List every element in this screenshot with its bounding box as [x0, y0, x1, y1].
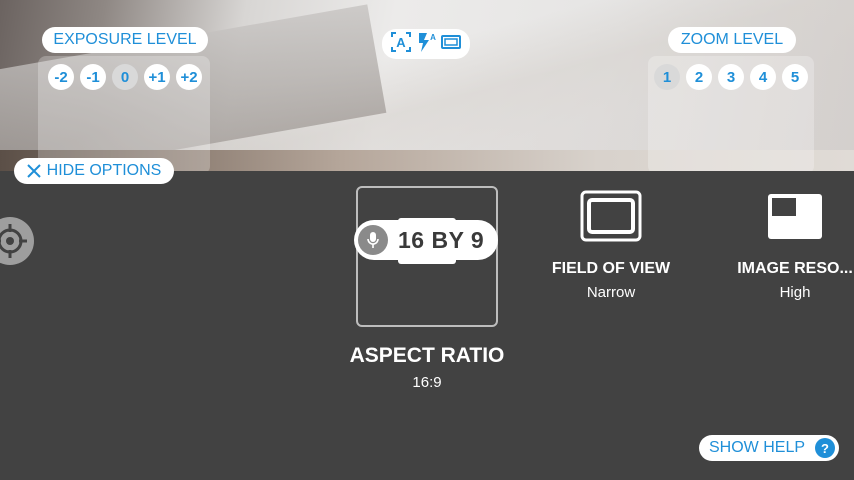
- image-resolution-title: IMAGE RESO...: [737, 260, 853, 277]
- image-resolution-value: High: [779, 284, 811, 301]
- auto-flash-icon[interactable]: A: [415, 31, 437, 58]
- zoom-level-label: ZOOM LEVEL: [668, 27, 796, 53]
- voice-label-chip: 16 BY 9: [354, 220, 498, 260]
- exposure-level-label: EXPOSURE LEVEL: [42, 27, 208, 53]
- camera-mode-toolbar: A A: [382, 29, 470, 59]
- svg-text:A: A: [430, 33, 436, 42]
- zoom-level-option[interactable]: 4: [750, 64, 776, 90]
- zoom-level-option[interactable]: 2: [686, 64, 712, 90]
- field-of-view-icon[interactable]: [580, 190, 642, 242]
- exposure-level-option[interactable]: -2: [48, 64, 74, 90]
- image-resolution-icon[interactable]: [768, 194, 822, 239]
- help-icon: ?: [815, 438, 835, 458]
- aspect-ratio-value: 16:9: [412, 374, 442, 391]
- field-of-view-value: Narrow: [586, 284, 636, 301]
- crosshair-icon[interactable]: [0, 215, 34, 267]
- hide-options-button[interactable]: HIDE OPTIONS: [14, 158, 174, 184]
- svg-text:A: A: [396, 35, 406, 50]
- aspect-ratio-title: ASPECT RATIO: [349, 344, 505, 367]
- exposure-level-option[interactable]: -1: [80, 64, 106, 90]
- auto-focus-icon[interactable]: A: [390, 31, 412, 58]
- exposure-level-option[interactable]: +2: [176, 64, 202, 90]
- zoom-level-option-selected[interactable]: 1: [654, 64, 680, 90]
- zoom-level-option[interactable]: 5: [782, 64, 808, 90]
- microphone-icon: [358, 225, 388, 255]
- close-icon: [26, 164, 41, 178]
- voice-label-text: 16 BY 9: [398, 226, 485, 253]
- show-help-button[interactable]: SHOW HELP ?: [699, 435, 839, 461]
- hide-options-label: HIDE OPTIONS: [46, 162, 162, 179]
- exposure-level-option[interactable]: +1: [144, 64, 170, 90]
- show-help-label: SHOW HELP: [709, 439, 806, 456]
- exposure-level-option-selected[interactable]: 0: [112, 64, 138, 90]
- aspect-frame-icon[interactable]: [440, 31, 462, 58]
- zoom-level-option[interactable]: 3: [718, 64, 744, 90]
- field-of-view-title: FIELD OF VIEW: [551, 260, 671, 277]
